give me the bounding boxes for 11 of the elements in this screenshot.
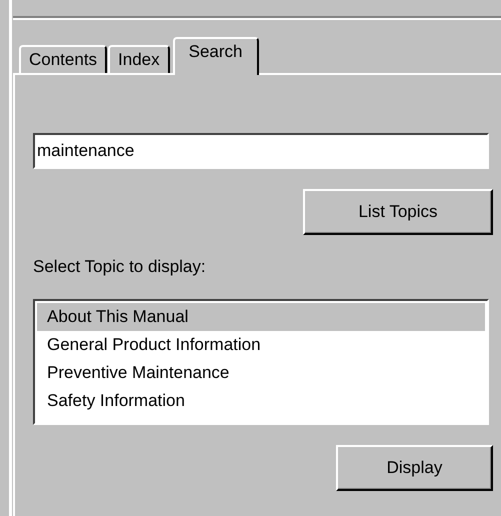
topics-label: Select Topic to display: bbox=[33, 257, 207, 277]
tab[interactable]: Contents bbox=[19, 45, 108, 73]
display-button[interactable]: Display bbox=[336, 445, 493, 491]
tab[interactable]: Index bbox=[108, 45, 170, 73]
topic-item[interactable]: Preventive Maintenance bbox=[37, 359, 485, 387]
tab[interactable]: Search bbox=[172, 37, 259, 75]
topic-item[interactable]: General Product Information bbox=[37, 331, 485, 359]
topic-item[interactable]: Safety Information bbox=[37, 387, 485, 415]
list-topics-button[interactable]: List Topics bbox=[303, 189, 493, 235]
topic-item[interactable]: About This Manual bbox=[37, 303, 485, 331]
search-field[interactable]: maintenance bbox=[33, 133, 489, 169]
